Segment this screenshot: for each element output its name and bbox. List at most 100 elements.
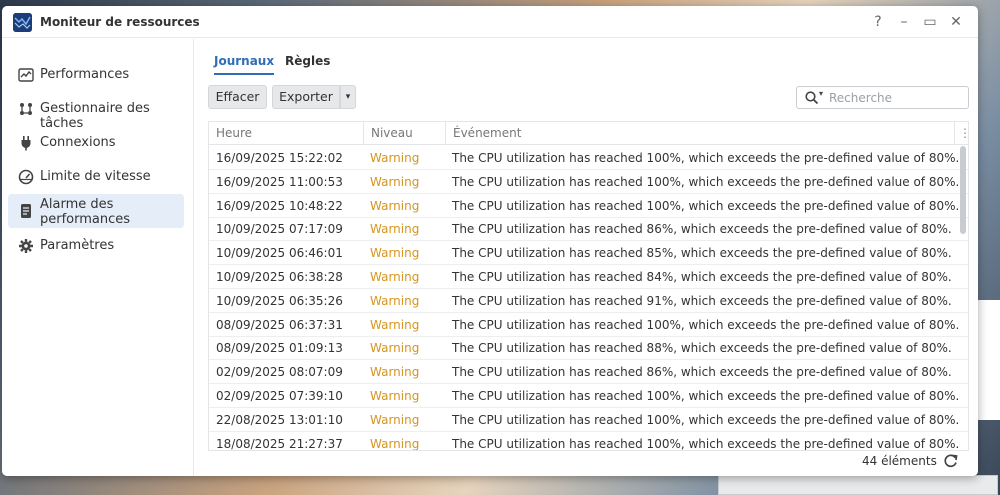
chevron-down-icon: ▾ bbox=[345, 92, 351, 102]
table-row[interactable]: 10/09/2025 06:38:28 Warning The CPU utiliz… bbox=[209, 265, 968, 289]
table-row[interactable]: 02/09/2025 08:07:09 Warning The CPU utiliz… bbox=[209, 360, 968, 385]
cell-time: 08/09/2025 01:09:13 bbox=[216, 341, 343, 356]
window-title: Moniteur de ressources bbox=[40, 15, 200, 29]
cell-level: Warning bbox=[370, 436, 420, 451]
log-table: Heure Niveau Événement ⋮ 16/09/2025 15:2… bbox=[208, 121, 969, 451]
sidebar-item-task-manager[interactable]: Gestionnaire des tâches bbox=[8, 92, 184, 131]
cell-event: The CPU utilization has reached 100%, wh… bbox=[452, 436, 960, 451]
search-input[interactable]: Recherche bbox=[829, 91, 892, 105]
cell-time: 02/09/2025 08:07:09 bbox=[216, 365, 343, 380]
sidebar-item-connections[interactable]: Connexions bbox=[8, 126, 184, 160]
sidebar-item-label: Connexions bbox=[40, 135, 116, 150]
cell-time: 16/09/2025 15:22:02 bbox=[216, 151, 343, 165]
cell-time: 10/09/2025 06:35:26 bbox=[216, 293, 343, 308]
plug-icon bbox=[21, 136, 31, 151]
cell-time: 22/08/2025 13:01:10 bbox=[216, 412, 343, 427]
cell-time: 10/09/2025 06:46:01 bbox=[216, 246, 343, 261]
maximize-button[interactable]: ▭ bbox=[920, 12, 940, 32]
cell-level: Warning bbox=[370, 389, 420, 403]
sidebar-item-label-line2: performances bbox=[40, 212, 131, 227]
task-manager-icon bbox=[20, 103, 32, 115]
cell-time: 18/08/2025 21:27:37 bbox=[216, 436, 343, 451]
column-header-niveau[interactable]: Niveau bbox=[364, 122, 446, 145]
cell-event: The CPU utilization has reached 100%, wh… bbox=[452, 174, 960, 189]
cell-event: The CPU utilization has reached 86%, whi… bbox=[452, 222, 952, 237]
background-window bbox=[718, 475, 998, 495]
cell-level: Warning bbox=[370, 198, 420, 213]
table-row[interactable]: 22/08/2025 13:01:10 Warning The CPU utiliz… bbox=[209, 408, 968, 432]
cell-level: Warning bbox=[370, 270, 420, 284]
cell-level: Warning bbox=[370, 412, 420, 427]
cell-event: The CPU utilization has reached 88%, whi… bbox=[452, 341, 952, 356]
table-row[interactable]: 10/09/2025 06:35:26 Warning The CPU utiliz… bbox=[209, 289, 968, 313]
cell-event: The CPU utilization has reached 86%, whi… bbox=[452, 365, 952, 380]
table-row[interactable]: 18/08/2025 21:27:37 Warning The CPU utiliz… bbox=[209, 432, 968, 451]
main-content: Journaux Règles Effacer Exporter ▾ ▾ Rec… bbox=[195, 39, 978, 476]
cell-level: Warning bbox=[370, 246, 420, 261]
cell-level: Warning bbox=[370, 317, 420, 332]
cell-time: 16/09/2025 11:00:53 bbox=[216, 174, 343, 189]
background-window-edge bbox=[978, 300, 1000, 420]
help-button[interactable]: ? bbox=[868, 12, 888, 32]
sidebar-item-settings[interactable]: Paramètres bbox=[8, 229, 184, 263]
cell-level: Warning bbox=[370, 341, 420, 356]
table-row[interactable]: 16/09/2025 11:00:53 Warning The CPU utiliz… bbox=[209, 170, 968, 194]
cell-time: 10/09/2025 07:17:09 bbox=[216, 222, 343, 237]
column-header-evenement[interactable]: Événement bbox=[446, 122, 955, 145]
search-icon bbox=[805, 91, 819, 105]
sidebar-item-performances[interactable]: Performances bbox=[8, 58, 184, 92]
cell-level: Warning bbox=[370, 151, 420, 165]
chart-icon bbox=[18, 68, 34, 82]
cell-level: Warning bbox=[370, 174, 420, 189]
alarm-document-icon bbox=[21, 204, 31, 218]
table-row[interactable]: 16/09/2025 15:22:02 Warning The CPU utiliz… bbox=[209, 146, 968, 170]
cell-event: The CPU utilization has reached 100%, wh… bbox=[452, 389, 960, 403]
sidebar-item-speed-limit[interactable]: Limite de vitesse bbox=[8, 160, 184, 194]
vertical-scrollbar[interactable] bbox=[960, 146, 966, 234]
speedometer-icon bbox=[18, 169, 34, 185]
export-button[interactable]: Exporter bbox=[272, 85, 340, 109]
resource-monitor-window: Moniteur de ressources ? – ▭ ✕ Performan… bbox=[2, 6, 978, 476]
table-row[interactable]: 02/09/2025 07:39:10 Warning The CPU utiliz… bbox=[209, 384, 968, 408]
sidebar: Performances Gestionnaire des tâches Con… bbox=[2, 39, 194, 476]
resource-monitor-app-icon bbox=[13, 13, 32, 32]
tab-regles[interactable]: Règles bbox=[285, 54, 330, 73]
cell-time: 02/09/2025 07:39:10 bbox=[216, 389, 343, 403]
cell-event: The CPU utilization has reached 84%, whi… bbox=[452, 270, 952, 284]
close-button[interactable]: ✕ bbox=[946, 12, 966, 32]
cell-level: Warning bbox=[370, 222, 420, 237]
cell-time: 16/09/2025 10:48:22 bbox=[216, 198, 343, 213]
export-dropdown-button[interactable]: ▾ bbox=[340, 85, 356, 109]
table-row[interactable]: 16/09/2025 10:48:22 Warning The CPU utiliz… bbox=[209, 194, 968, 218]
table-header: Heure Niveau Événement ⋮ bbox=[209, 122, 968, 145]
cell-event: The CPU utilization has reached 100%, wh… bbox=[452, 151, 960, 165]
sidebar-item-label: Paramètres bbox=[40, 238, 115, 253]
sidebar-item-label: Performances bbox=[40, 67, 130, 82]
column-menu-icon[interactable]: ⋮ bbox=[955, 122, 968, 145]
cell-time: 10/09/2025 06:38:28 bbox=[216, 270, 343, 284]
cell-event: The CPU utilization has reached 91%, whi… bbox=[452, 293, 952, 308]
table-row[interactable]: 10/09/2025 06:46:01 Warning The CPU utiliz… bbox=[209, 241, 968, 266]
table-row[interactable]: 10/09/2025 07:17:09 Warning The CPU utiliz… bbox=[209, 217, 968, 242]
sidebar-item-label: Alarme des performances bbox=[40, 197, 130, 227]
gear-icon bbox=[19, 239, 33, 253]
cell-event: The CPU utilization has reached 100%, wh… bbox=[452, 198, 960, 213]
refresh-icon[interactable] bbox=[941, 451, 961, 471]
table-row[interactable]: 08/09/2025 06:37:31 Warning The CPU utiliz… bbox=[209, 313, 968, 337]
sidebar-item-label-line1: Alarme des bbox=[40, 197, 114, 212]
sidebar-item-label: Limite de vitesse bbox=[40, 169, 151, 184]
clear-button[interactable]: Effacer bbox=[208, 85, 267, 109]
search-options-chevron-icon[interactable]: ▾ bbox=[819, 89, 823, 98]
cell-event: The CPU utilization has reached 100%, wh… bbox=[452, 317, 960, 332]
sidebar-item-performance-alarm[interactable]: Alarme des performances bbox=[8, 194, 184, 228]
column-header-heure[interactable]: Heure bbox=[209, 122, 364, 145]
table-row[interactable]: 08/09/2025 01:09:13 Warning The CPU utiliz… bbox=[209, 336, 968, 361]
cell-level: Warning bbox=[370, 365, 420, 380]
cell-level: Warning bbox=[370, 293, 420, 308]
minimize-button[interactable]: – bbox=[894, 12, 914, 32]
item-count: 44 éléments bbox=[862, 454, 937, 468]
tab-journaux[interactable]: Journaux bbox=[214, 54, 275, 75]
title-bar[interactable]: Moniteur de ressources ? – ▭ ✕ bbox=[2, 6, 978, 38]
search-field[interactable]: ▾ Recherche bbox=[796, 86, 969, 109]
cell-event: The CPU utilization has reached 100%, wh… bbox=[452, 412, 960, 427]
